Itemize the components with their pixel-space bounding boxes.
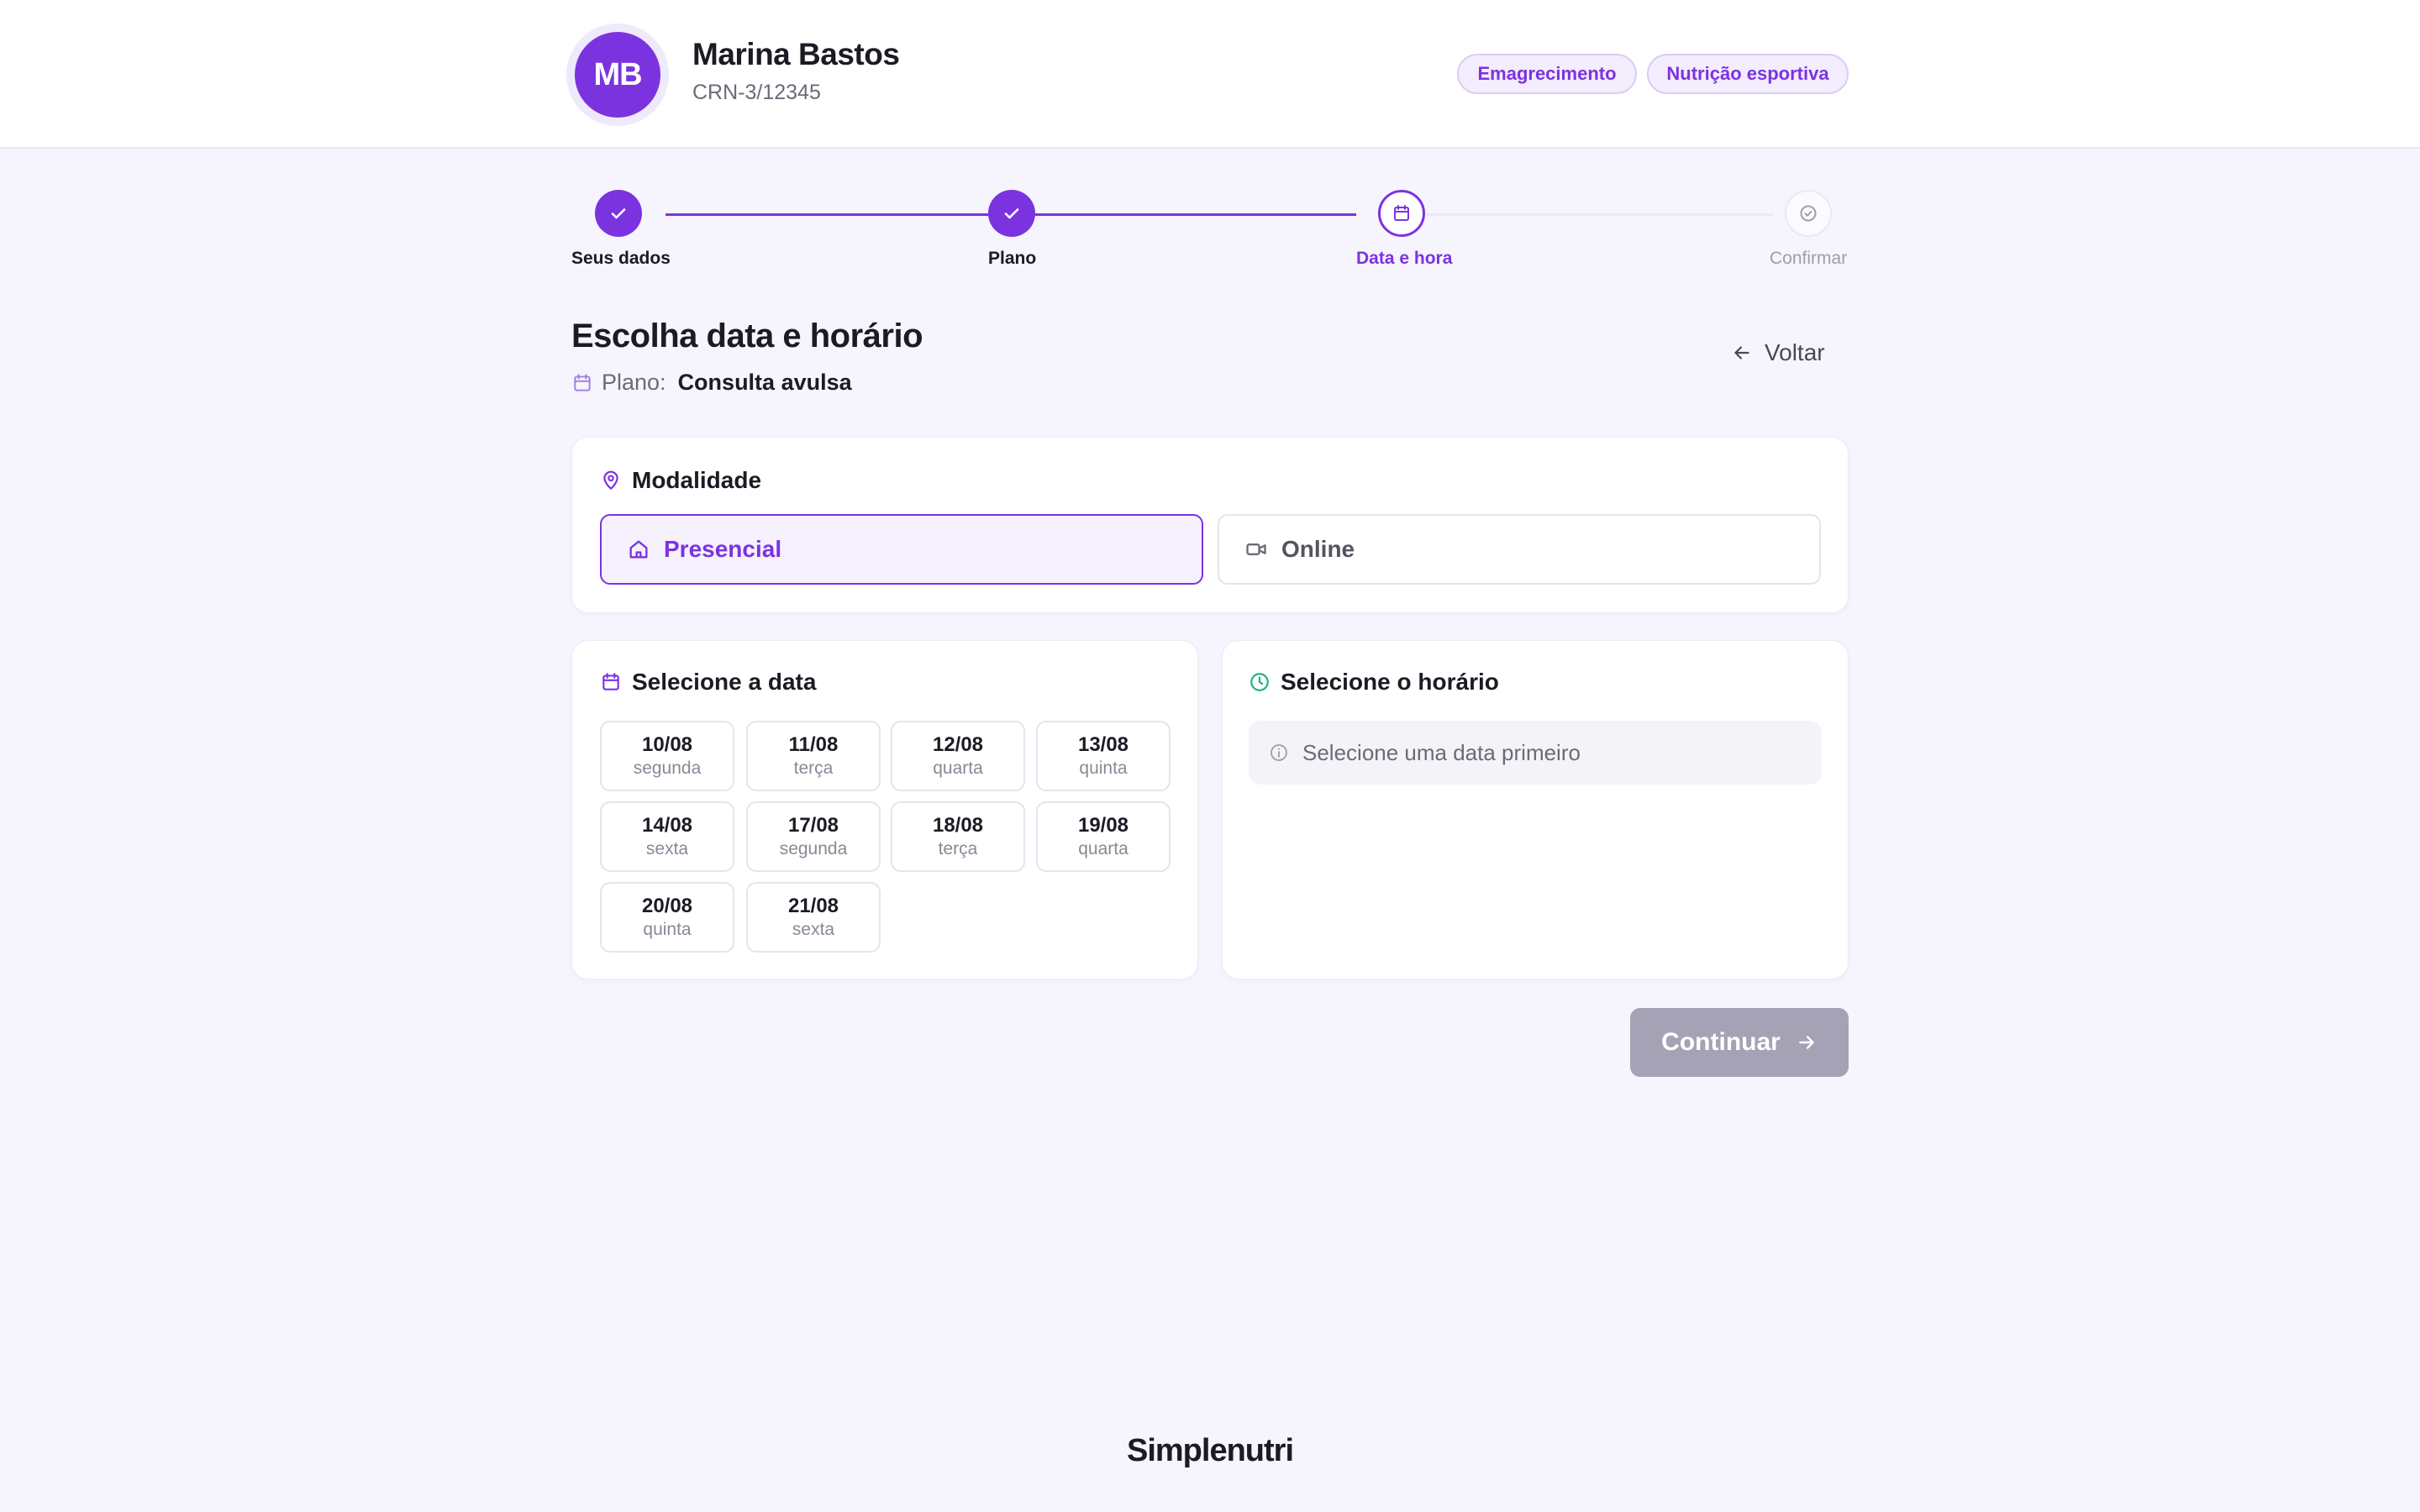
modality-title: Modalidade	[600, 467, 761, 494]
date-weekday: segunda	[633, 759, 702, 778]
professional-header: MB Marina Bastos CRN-3/12345 Emagrecimen…	[0, 0, 2420, 149]
date-option[interactable]: 10/08 segunda	[600, 721, 734, 791]
date-title-text: Selecione a data	[632, 669, 817, 695]
date-option[interactable]: 18/08 terça	[891, 801, 1025, 872]
date-option[interactable]: 14/08 sexta	[600, 801, 734, 872]
step-seus-dados	[595, 190, 642, 237]
time-empty-text: Selecione uma data primeiro	[1302, 739, 1581, 765]
modality-option-label: Presencial	[664, 536, 782, 562]
calendar-icon	[1392, 203, 1412, 223]
date-title: Selecione a data	[600, 669, 816, 696]
step-label: Plano	[988, 249, 1037, 268]
back-button[interactable]: Voltar	[1731, 339, 1825, 366]
specialty-tag: Nutrição esportiva	[1647, 54, 1849, 94]
clock-icon	[1249, 671, 1270, 693]
arrow-right-icon	[1796, 1032, 1818, 1053]
date-weekday: quarta	[933, 759, 983, 778]
step-label: Confirmar	[1770, 249, 1848, 268]
date-day: 21/08	[787, 895, 839, 917]
step-data-e-hora	[1378, 190, 1425, 237]
date-day: 11/08	[788, 733, 839, 756]
professional-name: Marina Bastos	[692, 37, 900, 71]
modality-option-label: Online	[1281, 536, 1355, 562]
professional-crn: CRN-3/12345	[692, 81, 821, 104]
date-weekday: quinta	[1079, 759, 1128, 778]
continue-label: Continuar	[1661, 1028, 1781, 1056]
plan-prefix: Plano:	[602, 370, 666, 395]
date-weekday: terça	[793, 759, 834, 778]
info-icon	[1269, 743, 1289, 763]
plan-name: Consulta avulsa	[677, 370, 852, 395]
modality-presencial-button[interactable]: Presencial	[600, 514, 1203, 585]
map-pin-icon	[600, 470, 622, 491]
video-icon	[1244, 538, 1268, 561]
date-weekday: segunda	[779, 839, 848, 858]
back-label: Voltar	[1765, 339, 1825, 365]
continue-button[interactable]: Continuar	[1630, 1008, 1849, 1077]
date-option[interactable]: 19/08 quarta	[1036, 801, 1171, 872]
date-option[interactable]: 13/08 quinta	[1036, 721, 1171, 791]
date-option[interactable]: 12/08 quarta	[891, 721, 1025, 791]
calendar-icon	[600, 671, 622, 693]
arrow-left-icon	[1731, 342, 1753, 364]
step-confirmar	[1785, 190, 1832, 237]
date-day: 12/08	[932, 733, 984, 756]
step-label: Data e hora	[1356, 249, 1453, 268]
date-day: 10/08	[641, 733, 693, 756]
date-day: 14/08	[641, 814, 693, 837]
check-icon	[1002, 203, 1022, 223]
page-title: Escolha data e horário	[571, 318, 923, 354]
step-connector-pending	[1427, 213, 1773, 216]
date-weekday: sexta	[645, 839, 689, 858]
time-title: Selecione o horário	[1249, 669, 1499, 696]
check-icon	[608, 203, 629, 223]
date-day: 19/08	[1077, 814, 1129, 837]
date-day: 13/08	[1077, 733, 1129, 756]
avatar: MB	[575, 32, 660, 118]
step-label: Seus dados	[571, 249, 671, 268]
modality-online-button[interactable]: Online	[1218, 514, 1821, 585]
check-circle-icon	[1798, 203, 1818, 223]
specialty-tag: Emagrecimento	[1457, 54, 1637, 94]
date-weekday: sexta	[792, 920, 835, 939]
date-option[interactable]: 21/08 sexta	[746, 882, 881, 953]
date-weekday: terça	[938, 839, 978, 858]
modality-title-text: Modalidade	[632, 467, 762, 493]
date-day: 18/08	[932, 814, 984, 837]
date-option[interactable]: 11/08 terça	[746, 721, 881, 791]
selected-plan: Plano: Consulta avulsa	[571, 370, 852, 396]
calendar-icon	[571, 372, 593, 394]
time-title-text: Selecione o horário	[1281, 669, 1499, 695]
date-day: 20/08	[641, 895, 693, 917]
step-plano	[988, 190, 1035, 237]
date-option[interactable]: 20/08 quinta	[600, 882, 734, 953]
date-weekday: quinta	[643, 920, 692, 939]
home-icon	[627, 538, 650, 561]
date-option[interactable]: 17/08 segunda	[746, 801, 881, 872]
date-day: 17/08	[787, 814, 839, 837]
brand-logo: Simplenutri	[1126, 1433, 1294, 1468]
date-weekday: quarta	[1078, 839, 1128, 858]
time-empty-message: Selecione uma data primeiro	[1249, 721, 1822, 785]
